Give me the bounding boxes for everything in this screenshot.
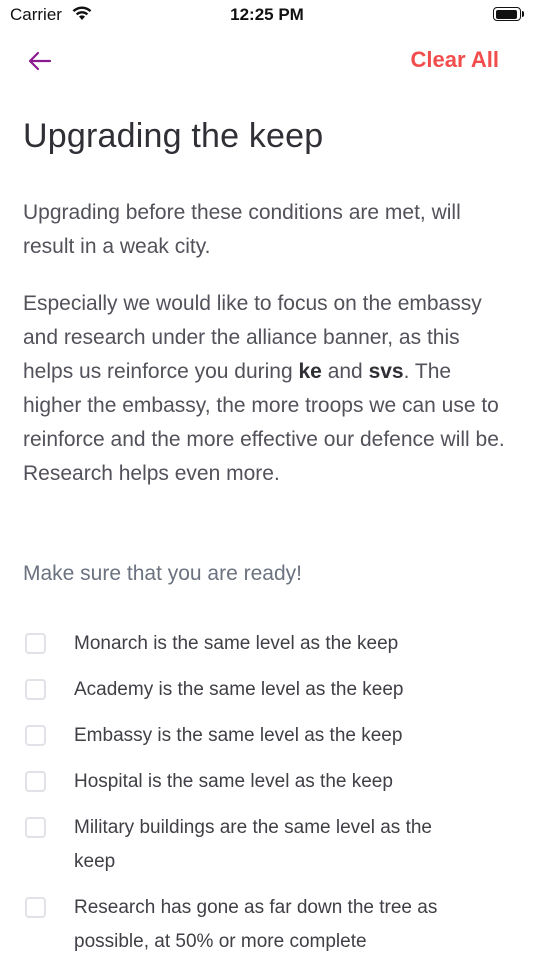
checklist-item-label: Military buildings are the same level as… <box>74 817 433 872</box>
bold-ke: ke <box>298 360 322 383</box>
body-paragraph: Especially we would like to focus on the… <box>23 292 505 485</box>
checkbox[interactable] <box>25 633 46 654</box>
checklist-item-label: Monarch is the same level as the keep <box>74 633 399 654</box>
checkbox[interactable] <box>25 771 46 792</box>
checklist-item-label: Hospital is the same level as the keep <box>74 771 393 792</box>
battery-icon <box>493 7 524 21</box>
bold-svs: svs <box>368 360 404 383</box>
intro-paragraph: Upgrading before these conditions are me… <box>23 201 461 258</box>
status-time: 12:25 PM <box>230 5 304 24</box>
page-title: Upgrading the keep <box>23 117 324 155</box>
checklist-item-label: Academy is the same level as the keep <box>74 679 404 700</box>
checkbox[interactable] <box>25 725 46 746</box>
back-button[interactable] <box>26 47 54 75</box>
checklist-heading: Make sure that you are ready! <box>23 562 302 585</box>
checkbox[interactable] <box>25 679 46 700</box>
clear-all-button[interactable]: Clear All <box>411 47 499 73</box>
checkbox[interactable] <box>25 817 46 838</box>
checklist-item-label: Research has gone as far down the tree a… <box>74 897 438 952</box>
status-bar: Carrier 12:25 PM <box>0 0 534 30</box>
arrow-left-icon <box>28 51 52 71</box>
checklist-item-label: Embassy is the same level as the keep <box>74 725 403 746</box>
checkbox[interactable] <box>25 897 46 918</box>
